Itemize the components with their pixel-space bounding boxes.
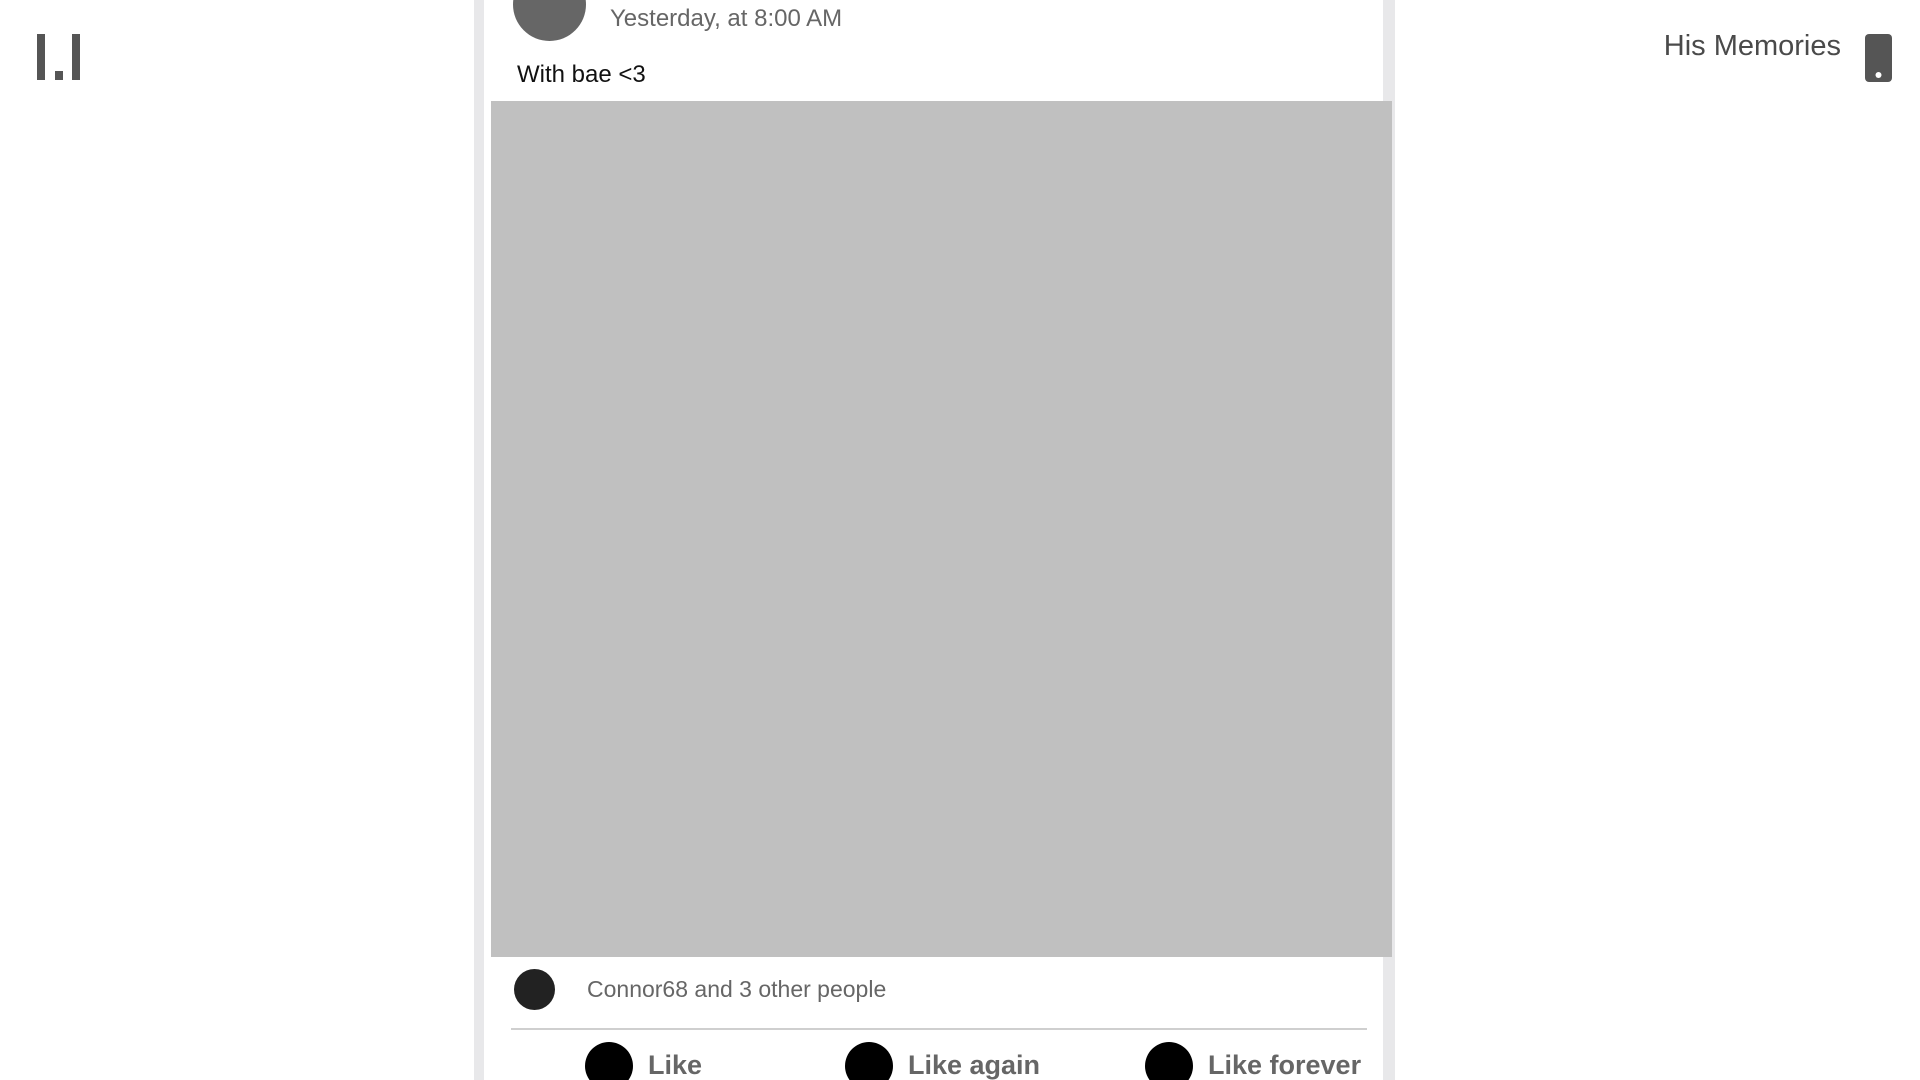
like-button[interactable]: Like <box>585 1042 721 1080</box>
liker-avatar-icon[interactable] <box>514 969 555 1010</box>
bar-chart-logo-icon[interactable] <box>37 34 83 80</box>
post-divider <box>511 1028 1367 1030</box>
like-again-label: Like again <box>908 1050 1041 1080</box>
like-icon <box>585 1042 633 1080</box>
memories-page: His Memories Yesterday, at 8:00 AM With … <box>0 0 1920 1080</box>
like-again-icon <box>845 1042 893 1080</box>
like-again-button[interactable]: Like again <box>845 1042 1075 1080</box>
like-forever-label: Like forever <box>1208 1050 1362 1080</box>
author-avatar-icon[interactable] <box>513 0 586 41</box>
post-image[interactable] <box>491 101 1392 957</box>
like-label: Like <box>648 1050 703 1080</box>
post-caption: With bae <3 <box>517 61 646 88</box>
likes-summary[interactable]: Connor68 and 3 other people <box>587 974 886 1004</box>
like-forever-button[interactable]: Like forever <box>1145 1042 1373 1080</box>
post-timestamp: Yesterday, at 8:00 AM <box>610 5 843 32</box>
post-card: Yesterday, at 8:00 AM With bae <3 Connor… <box>484 0 1392 1080</box>
phone-icon[interactable] <box>1865 34 1892 82</box>
memories-title: His Memories <box>1663 30 1841 62</box>
like-forever-icon <box>1145 1042 1193 1080</box>
phone-frame: Yesterday, at 8:00 AM With bae <3 Connor… <box>474 0 1395 1080</box>
